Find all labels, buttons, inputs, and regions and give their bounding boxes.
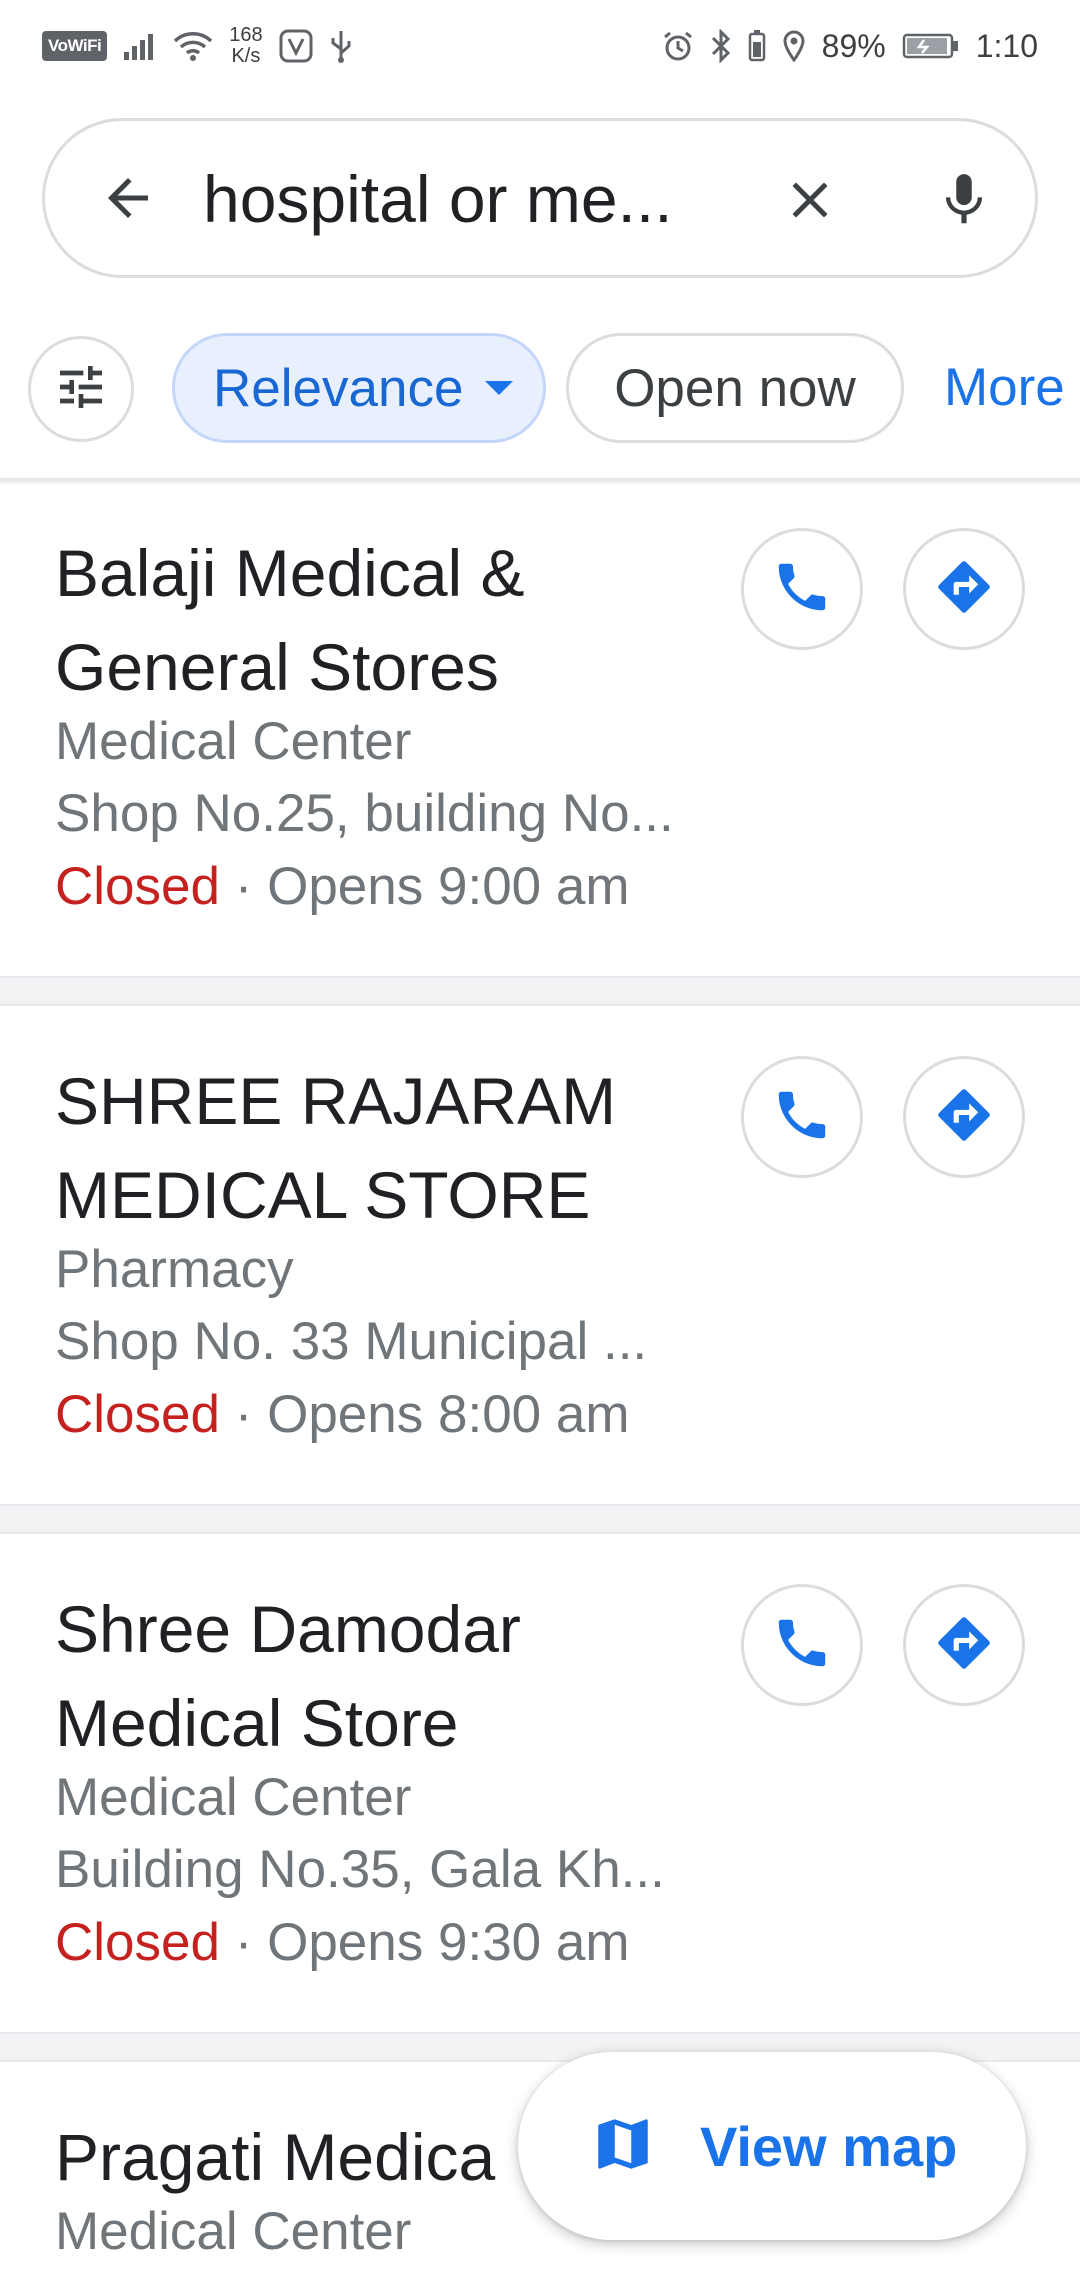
battery-small-icon [748, 30, 766, 62]
call-button[interactable] [741, 528, 863, 650]
directions-button[interactable] [903, 1056, 1025, 1178]
more-filters-link[interactable]: More [944, 357, 1065, 418]
speed-value: 168 [229, 24, 263, 46]
speed-unit: K/s [231, 45, 261, 67]
phone-icon [771, 1084, 833, 1151]
tune-icon [53, 359, 109, 420]
header-divider [0, 478, 1080, 486]
closed-status: Closed [55, 1913, 220, 1972]
call-button[interactable] [741, 1584, 863, 1706]
voice-search-icon[interactable] [921, 157, 1007, 243]
place-name-line1: Shree Damodar [55, 1592, 521, 1666]
place-address: Shop No. 33 Municipal ... [55, 1312, 648, 1371]
status-right: 89% 1:10 [662, 28, 1038, 65]
wifi-icon [173, 31, 213, 61]
open-now-label: Open now [614, 358, 856, 418]
place-address: Shop No.25, building No... [55, 784, 674, 843]
place-category: Medical Center [55, 712, 412, 771]
place-hours: Closed · Opens 8:00 am [55, 1379, 735, 1451]
battery-percentage: 89% [821, 27, 886, 64]
opening-time: Opens 8:00 am [267, 1385, 630, 1444]
result-separator [0, 976, 1080, 1006]
open-now-chip[interactable]: Open now [566, 333, 904, 443]
clock: 1:10 [975, 27, 1038, 64]
usb-icon [329, 29, 353, 63]
phone-icon [771, 556, 833, 623]
status-left: VoWiFi 168 K/s [42, 25, 353, 67]
result-card[interactable]: Shree Damodar Medical Store Medical Cent… [0, 1536, 1080, 2034]
dot-separator: · [234, 1913, 253, 1972]
phone-icon [771, 1612, 833, 1679]
relevance-chip[interactable]: Relevance [172, 333, 546, 443]
directions-icon [933, 1612, 995, 1679]
screen: VoWiFi 168 K/s 89% 1:10 hospital or me..… [0, 0, 1080, 2280]
map-icon [590, 2111, 656, 2182]
filter-settings-button[interactable] [28, 336, 134, 442]
clear-search-icon[interactable] [767, 157, 853, 243]
place-name-line2: Medical Store [55, 1686, 459, 1760]
search-bar[interactable]: hospital or me... [42, 118, 1038, 278]
result-card[interactable]: SHREE RAJARAM MEDICAL STORE Pharmacy Sho… [0, 1008, 1080, 1506]
place-name-line2: MEDICAL STORE [55, 1158, 591, 1232]
app-notification-icon [279, 29, 313, 63]
view-map-button[interactable]: View map [518, 2052, 1026, 2240]
closed-status: Closed [55, 857, 220, 916]
call-button[interactable] [741, 1056, 863, 1178]
place-hours: Closed · Opens 9:00 am [55, 851, 735, 923]
directions-icon [933, 556, 995, 623]
place-name-line1: Balaji Medical & [55, 536, 525, 610]
alarm-icon [662, 30, 694, 62]
back-arrow-icon[interactable] [89, 159, 167, 237]
place-address: Building No.35, Gala Kh... [55, 1840, 665, 1899]
network-speed: 168 K/s [229, 25, 262, 67]
filter-chips: Relevance Open now More [0, 330, 1080, 446]
directions-icon [933, 1084, 995, 1151]
opening-time: Opens 9:30 am [267, 1913, 630, 1972]
location-icon [782, 30, 806, 62]
place-name-line1: SHREE RAJARAM [55, 1064, 617, 1138]
bluetooth-icon [710, 29, 732, 63]
dot-separator: · [234, 1385, 253, 1444]
place-name-line2: General Stores [55, 630, 499, 704]
dropdown-caret-icon [485, 381, 514, 395]
place-hours: Closed · Opens 9:30 am [55, 1907, 735, 1979]
relevance-label: Relevance [213, 358, 464, 418]
place-category: Medical Center [55, 1768, 412, 1827]
result-card[interactable]: Balaji Medical & General Stores Medical … [0, 488, 1080, 976]
search-input[interactable]: hospital or me... [203, 159, 763, 239]
place-category: Pharmacy [55, 1240, 294, 1299]
vowifi-icon: VoWiFi [42, 31, 108, 61]
status-bar: VoWiFi 168 K/s 89% 1:10 [0, 0, 1080, 92]
directions-button[interactable] [903, 528, 1025, 650]
closed-status: Closed [55, 1385, 220, 1444]
view-map-label: View map [700, 2114, 958, 2178]
signal-icon [123, 32, 157, 60]
battery-icon [902, 32, 960, 60]
directions-button[interactable] [903, 1584, 1025, 1706]
result-separator [0, 1504, 1080, 1534]
dot-separator: · [234, 857, 253, 916]
opening-time: Opens 9:00 am [267, 857, 630, 916]
